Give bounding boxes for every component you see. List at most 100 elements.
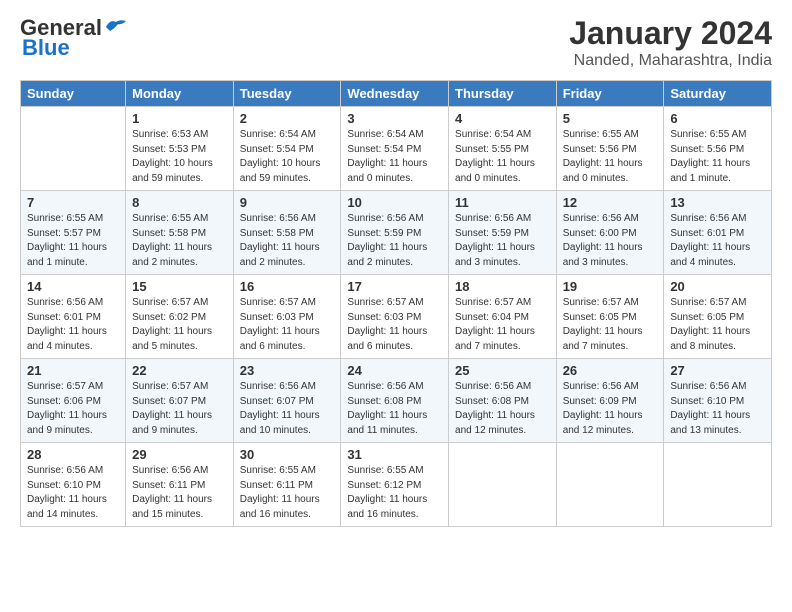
location: Nanded, Maharashtra, India bbox=[569, 52, 772, 70]
calendar-cell: 9 Sunrise: 6:56 AM Sunset: 5:58 PM Daylig… bbox=[233, 191, 341, 275]
calendar-cell: 17 Sunrise: 6:57 AM Sunset: 6:03 PM Dayli… bbox=[341, 275, 449, 359]
day-number: 26 bbox=[563, 363, 658, 378]
day-number: 9 bbox=[240, 195, 335, 210]
calendar-cell: 25 Sunrise: 6:56 AM Sunset: 6:08 PM Dayli… bbox=[449, 359, 557, 443]
day-info: Sunrise: 6:55 AM Sunset: 5:56 PM Dayligh… bbox=[670, 128, 765, 186]
day-info: Sunrise: 6:56 AM Sunset: 6:00 PM Dayligh… bbox=[563, 212, 658, 270]
day-number: 15 bbox=[132, 279, 227, 294]
column-header-monday: Monday bbox=[126, 81, 234, 107]
calendar-header-row: SundayMondayTuesdayWednesdayThursdayFrid… bbox=[21, 81, 772, 107]
day-number: 3 bbox=[347, 111, 442, 126]
calendar-cell: 10 Sunrise: 6:56 AM Sunset: 5:59 PM Dayli… bbox=[341, 191, 449, 275]
day-info: Sunrise: 6:57 AM Sunset: 6:05 PM Dayligh… bbox=[670, 296, 765, 354]
day-number: 6 bbox=[670, 111, 765, 126]
calendar-cell: 3Sunrise: 6:54 AM Sunset: 5:54 PM Daylig… bbox=[341, 107, 449, 191]
day-info: Sunrise: 6:55 AM Sunset: 6:11 PM Dayligh… bbox=[240, 464, 335, 522]
day-number: 11 bbox=[455, 195, 550, 210]
column-header-friday: Friday bbox=[556, 81, 664, 107]
day-number: 7 bbox=[27, 195, 119, 210]
column-header-sunday: Sunday bbox=[21, 81, 126, 107]
day-info: Sunrise: 6:55 AM Sunset: 5:57 PM Dayligh… bbox=[27, 212, 119, 270]
month-year: January 2024 bbox=[569, 15, 772, 52]
calendar-cell: 6 Sunrise: 6:55 AM Sunset: 5:56 PM Daylig… bbox=[664, 107, 772, 191]
calendar-cell: 2 Sunrise: 6:54 AM Sunset: 5:54 PM Daylig… bbox=[233, 107, 341, 191]
day-number: 30 bbox=[240, 447, 335, 462]
day-number: 28 bbox=[27, 447, 119, 462]
day-number: 31 bbox=[347, 447, 442, 462]
calendar-cell bbox=[556, 443, 664, 527]
logo: General Blue bbox=[20, 15, 128, 61]
day-info: Sunrise: 6:55 AM Sunset: 5:56 PM Dayligh… bbox=[563, 128, 658, 186]
column-header-wednesday: Wednesday bbox=[341, 81, 449, 107]
day-number: 29 bbox=[132, 447, 227, 462]
day-number: 23 bbox=[240, 363, 335, 378]
calendar-body: 1Sunrise: 6:53 AM Sunset: 5:53 PM Daylig… bbox=[21, 107, 772, 527]
calendar-cell: 7 Sunrise: 6:55 AM Sunset: 5:57 PM Daylig… bbox=[21, 191, 126, 275]
calendar-cell: 8Sunrise: 6:55 AM Sunset: 5:58 PM Daylig… bbox=[126, 191, 234, 275]
day-info: Sunrise: 6:57 AM Sunset: 6:03 PM Dayligh… bbox=[240, 296, 335, 354]
day-info: Sunrise: 6:56 AM Sunset: 6:08 PM Dayligh… bbox=[347, 380, 442, 438]
day-info: Sunrise: 6:55 AM Sunset: 5:58 PM Dayligh… bbox=[132, 212, 227, 270]
day-number: 4 bbox=[455, 111, 550, 126]
calendar-cell: 28 Sunrise: 6:56 AM Sunset: 6:10 PM Dayli… bbox=[21, 443, 126, 527]
day-number: 22 bbox=[132, 363, 227, 378]
day-number: 24 bbox=[347, 363, 442, 378]
day-info: Sunrise: 6:57 AM Sunset: 6:02 PM Dayligh… bbox=[132, 296, 227, 354]
day-number: 14 bbox=[27, 279, 119, 294]
calendar-cell: 31 Sunrise: 6:55 AM Sunset: 6:12 PM Dayli… bbox=[341, 443, 449, 527]
day-info: Sunrise: 6:56 AM Sunset: 6:09 PM Dayligh… bbox=[563, 380, 658, 438]
calendar-cell: 30 Sunrise: 6:55 AM Sunset: 6:11 PM Dayli… bbox=[233, 443, 341, 527]
day-number: 13 bbox=[670, 195, 765, 210]
day-info: Sunrise: 6:57 AM Sunset: 6:03 PM Dayligh… bbox=[347, 296, 442, 354]
day-info: Sunrise: 6:57 AM Sunset: 6:06 PM Dayligh… bbox=[27, 380, 119, 438]
logo-blue-text: Blue bbox=[20, 35, 70, 61]
calendar-cell bbox=[449, 443, 557, 527]
calendar-cell: 19Sunrise: 6:57 AM Sunset: 6:05 PM Dayli… bbox=[556, 275, 664, 359]
day-number: 25 bbox=[455, 363, 550, 378]
calendar-week-1: 1Sunrise: 6:53 AM Sunset: 5:53 PM Daylig… bbox=[21, 107, 772, 191]
calendar-week-2: 7 Sunrise: 6:55 AM Sunset: 5:57 PM Daylig… bbox=[21, 191, 772, 275]
calendar-table: SundayMondayTuesdayWednesdayThursdayFrid… bbox=[20, 80, 772, 527]
calendar-cell: 5Sunrise: 6:55 AM Sunset: 5:56 PM Daylig… bbox=[556, 107, 664, 191]
logo-bird-icon bbox=[104, 17, 128, 35]
day-info: Sunrise: 6:56 AM Sunset: 6:10 PM Dayligh… bbox=[27, 464, 119, 522]
calendar-cell: 29 Sunrise: 6:56 AM Sunset: 6:11 PM Dayli… bbox=[126, 443, 234, 527]
day-info: Sunrise: 6:54 AM Sunset: 5:55 PM Dayligh… bbox=[455, 128, 550, 186]
calendar-cell: 14 Sunrise: 6:56 AM Sunset: 6:01 PM Dayli… bbox=[21, 275, 126, 359]
day-info: Sunrise: 6:56 AM Sunset: 6:01 PM Dayligh… bbox=[27, 296, 119, 354]
day-number: 10 bbox=[347, 195, 442, 210]
calendar-cell: 11Sunrise: 6:56 AM Sunset: 5:59 PM Dayli… bbox=[449, 191, 557, 275]
calendar-cell: 22 Sunrise: 6:57 AM Sunset: 6:07 PM Dayli… bbox=[126, 359, 234, 443]
day-number: 16 bbox=[240, 279, 335, 294]
calendar-cell: 18Sunrise: 6:57 AM Sunset: 6:04 PM Dayli… bbox=[449, 275, 557, 359]
day-info: Sunrise: 6:54 AM Sunset: 5:54 PM Dayligh… bbox=[240, 128, 335, 186]
header: General Blue January 2024 Nanded, Mahara… bbox=[20, 15, 772, 70]
day-info: Sunrise: 6:56 AM Sunset: 5:58 PM Dayligh… bbox=[240, 212, 335, 270]
main-container: General Blue January 2024 Nanded, Mahara… bbox=[0, 0, 792, 537]
calendar-cell: 12 Sunrise: 6:56 AM Sunset: 6:00 PM Dayli… bbox=[556, 191, 664, 275]
calendar-cell bbox=[21, 107, 126, 191]
calendar-cell: 15 Sunrise: 6:57 AM Sunset: 6:02 PM Dayli… bbox=[126, 275, 234, 359]
day-info: Sunrise: 6:56 AM Sunset: 6:08 PM Dayligh… bbox=[455, 380, 550, 438]
day-info: Sunrise: 6:53 AM Sunset: 5:53 PM Dayligh… bbox=[132, 128, 227, 186]
day-number: 21 bbox=[27, 363, 119, 378]
day-number: 17 bbox=[347, 279, 442, 294]
day-number: 12 bbox=[563, 195, 658, 210]
calendar-week-5: 28 Sunrise: 6:56 AM Sunset: 6:10 PM Dayli… bbox=[21, 443, 772, 527]
calendar-cell: 1Sunrise: 6:53 AM Sunset: 5:53 PM Daylig… bbox=[126, 107, 234, 191]
calendar-week-4: 21 Sunrise: 6:57 AM Sunset: 6:06 PM Dayli… bbox=[21, 359, 772, 443]
calendar-cell: 21 Sunrise: 6:57 AM Sunset: 6:06 PM Dayli… bbox=[21, 359, 126, 443]
day-info: Sunrise: 6:56 AM Sunset: 6:01 PM Dayligh… bbox=[670, 212, 765, 270]
day-info: Sunrise: 6:56 AM Sunset: 5:59 PM Dayligh… bbox=[347, 212, 442, 270]
day-number: 18 bbox=[455, 279, 550, 294]
day-info: Sunrise: 6:57 AM Sunset: 6:07 PM Dayligh… bbox=[132, 380, 227, 438]
day-number: 20 bbox=[670, 279, 765, 294]
column-header-tuesday: Tuesday bbox=[233, 81, 341, 107]
day-number: 2 bbox=[240, 111, 335, 126]
calendar-cell: 4 Sunrise: 6:54 AM Sunset: 5:55 PM Daylig… bbox=[449, 107, 557, 191]
day-info: Sunrise: 6:56 AM Sunset: 6:11 PM Dayligh… bbox=[132, 464, 227, 522]
day-info: Sunrise: 6:55 AM Sunset: 6:12 PM Dayligh… bbox=[347, 464, 442, 522]
title-block: January 2024 Nanded, Maharashtra, India bbox=[569, 15, 772, 70]
calendar-cell: 23Sunrise: 6:56 AM Sunset: 6:07 PM Dayli… bbox=[233, 359, 341, 443]
day-info: Sunrise: 6:56 AM Sunset: 6:10 PM Dayligh… bbox=[670, 380, 765, 438]
